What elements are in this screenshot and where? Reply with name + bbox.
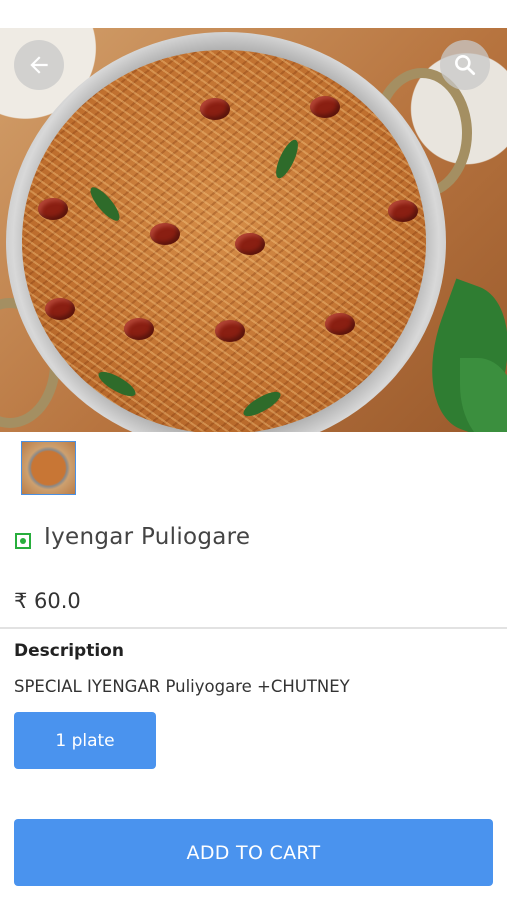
peanut — [45, 298, 75, 320]
peanut — [310, 96, 340, 118]
product-name: Iyengar Puliogare — [44, 524, 251, 550]
variant-button[interactable]: 1 plate — [14, 712, 156, 769]
description-title: Description — [14, 641, 124, 661]
peanut — [150, 223, 180, 245]
description-text: SPECIAL IYENGAR Puliyogare +CHUTNEY — [14, 677, 350, 696]
product-image — [0, 28, 507, 432]
peanut — [124, 318, 154, 340]
divider — [0, 627, 507, 629]
arrow-left-icon — [30, 56, 48, 74]
peanut — [235, 233, 265, 255]
peanut — [325, 313, 355, 335]
peanut — [388, 200, 418, 222]
back-button[interactable] — [14, 40, 64, 90]
search-icon — [455, 55, 476, 76]
peanut — [38, 198, 68, 220]
leaf-decoration — [460, 358, 507, 432]
veg-indicator-icon — [15, 533, 31, 549]
peanut — [215, 320, 245, 342]
add-to-cart-button[interactable]: ADD TO CART — [14, 819, 493, 886]
product-price: ₹ 60.0 — [14, 589, 81, 613]
search-button[interactable] — [440, 40, 490, 90]
peanut — [200, 98, 230, 120]
image-thumbnail[interactable] — [21, 441, 76, 495]
